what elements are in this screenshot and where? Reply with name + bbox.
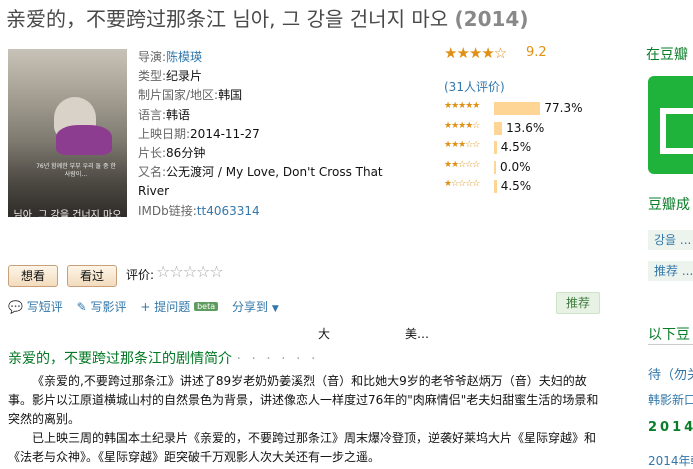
aka-label: 又名:	[138, 165, 167, 180]
aka-value: 公无渡河 / My Love, Don't Cross That River	[138, 165, 383, 199]
write-short-review-link[interactable]: 💬 写短评	[8, 300, 63, 314]
poster-tagline: 76년 함께한 부부 우리 둘 중 한 사람이…	[36, 163, 116, 178]
language-value: 韩语	[166, 107, 191, 122]
rating-row: ★★☆☆☆ 0.0%	[444, 160, 614, 174]
imdb-link[interactable]: tt4063314	[197, 204, 260, 218]
director-label: 导演:	[138, 50, 167, 64]
stray-text: 大	[318, 327, 331, 341]
rating-row: ★★★★☆ 13.6%	[444, 121, 614, 135]
write-review-label: 写影评	[90, 300, 127, 314]
runtime-value: 86分钟	[166, 146, 206, 161]
release-value: 2014-11-27	[190, 126, 260, 141]
rating-row: ★★★★★ 77.3%	[444, 101, 614, 115]
stray-text: 美…	[405, 327, 430, 341]
share-label: 分享到	[231, 300, 268, 314]
movie-poster[interactable]: 76년 함께한 부부 우리 둘 중 한 사람이… 님아, 그 강을 건너지 마오	[8, 49, 127, 217]
write-short-review-label: 写短评	[26, 300, 63, 314]
divider	[648, 344, 693, 345]
country-value: 韩国	[218, 88, 243, 103]
release-label: 上映日期:	[138, 126, 191, 141]
rating-panel: ★★★★☆ 9.2 (31人评价) ★★★★★ 77.3% ★★★★☆ 13.6% ★★…	[444, 44, 614, 193]
watched-button[interactable]: 看过	[67, 265, 117, 287]
genre-label: 类型:	[138, 69, 167, 84]
want-to-watch-button[interactable]: 想看	[8, 265, 58, 287]
chevron-down-icon: ▼	[271, 304, 279, 314]
country-label: 制片国家/地区:	[138, 88, 219, 103]
below-heading: 以下豆	[648, 327, 690, 343]
plus-icon: +	[140, 300, 151, 314]
language-label: 语言:	[138, 107, 167, 122]
rating-percent: 13.6%	[506, 120, 545, 135]
rating-bar	[494, 180, 497, 193]
rating-percent: 4.5%	[500, 179, 532, 193]
row-stars-icon: ★☆☆☆☆	[444, 179, 480, 189]
year-heading: 2014	[648, 420, 693, 435]
sidebar-link[interactable]: 韩影新口	[648, 391, 693, 408]
movie-year: (2014)	[454, 7, 529, 31]
ask-question-link[interactable]: + 提问题 beta	[140, 300, 219, 314]
summary-heading: 亲爱的，不要跨过那条江的剧情简介 · · · · · ·	[8, 348, 318, 368]
movie-info: 导演:陈模瑛 类型:纪录片 制片国家/地区:韩国 语言:韩语 上映日期:2014…	[138, 48, 394, 221]
rating-row: ★★★☆☆ 4.5%	[444, 140, 614, 154]
pencil-icon: ✎	[76, 300, 87, 314]
rating-bar	[494, 160, 496, 174]
genre-value: 纪录片	[166, 69, 203, 84]
action-bar: 💬 写短评 ✎ 写影评 + 提问题 beta 分享到 ▼	[8, 298, 289, 315]
runtime-label: 片长:	[138, 146, 167, 161]
summary-title: 亲爱的，不要跨过那条江的剧情简介	[8, 351, 232, 367]
summary-dots: · · · · · ·	[236, 351, 319, 367]
douban-logo-icon[interactable]	[648, 76, 693, 174]
poster-figure-dress	[56, 125, 112, 155]
summary-paragraph: 已上映三周的韩国本土纪录片《亲爱的，不要跨过那条江》周末爆冷登顶，逆袭好莱坞大片…	[8, 431, 597, 464]
imdb-label: IMDb链接:	[138, 203, 197, 218]
rating-percent: 77.3%	[544, 101, 583, 115]
ask-question-label: 提问题	[154, 300, 191, 314]
rating-row: ★☆☆☆☆ 4.5%	[444, 179, 614, 193]
douban-section-title: 豆瓣成	[648, 197, 690, 213]
row-stars-icon: ★★★★★	[444, 101, 480, 111]
where-to-watch-heading: 在豆瓣	[646, 47, 688, 63]
rating-bar	[494, 141, 497, 154]
poster-title: 님아, 그 강을 건너지 마오	[13, 210, 122, 217]
row-stars-icon: ★★★★☆	[444, 120, 480, 131]
summary-body: 《亲爱的,不要跨过那条江》讲述了89岁老奶奶姜溪烈（音）和比她大9岁的老爷爷赵炳…	[8, 372, 606, 467]
rating-percent: 4.5%	[500, 140, 532, 154]
rate-stars-icon[interactable]: ☆☆☆☆☆	[156, 262, 224, 281]
write-review-link[interactable]: ✎ 写影评	[77, 300, 127, 314]
director-link[interactable]: 陈模瑛	[166, 50, 202, 64]
rate-label: 评价:	[126, 268, 155, 282]
rating-bar	[494, 121, 503, 135]
sidebar-link[interactable]: 待（勿关	[648, 364, 693, 383]
beta-badge: beta	[194, 302, 219, 311]
votes-link[interactable]: (31人评价)	[444, 78, 505, 95]
tag-link[interactable]: 강을 ...	[648, 230, 693, 250]
share-dropdown[interactable]: 分享到 ▼	[232, 300, 279, 314]
sidebar-link[interactable]: 2014年韩	[648, 452, 693, 469]
row-stars-icon: ★★★☆☆	[444, 140, 480, 150]
recommend-button[interactable]: 推荐	[556, 292, 600, 314]
page-title: 亲爱的，不要跨过那条江 님아, 그 강을 건너지 마오 (2014)	[6, 6, 528, 32]
comment-icon: 💬	[8, 300, 23, 314]
rating-score: 9.2	[526, 45, 547, 60]
row-stars-icon: ★★☆☆☆	[444, 159, 480, 170]
tag-link[interactable]: 推荐 ...	[648, 261, 693, 281]
movie-title: 亲爱的，不要跨过那条江 님아, 그 강을 건너지 마오	[6, 7, 449, 31]
summary-paragraph: 《亲爱的,不要跨过那条江》讲述了89岁老奶奶姜溪烈（音）和比她大9岁的老爷爷赵炳…	[8, 374, 599, 426]
rating-percent: 0.0%	[500, 159, 531, 174]
rating-bar	[494, 102, 541, 115]
